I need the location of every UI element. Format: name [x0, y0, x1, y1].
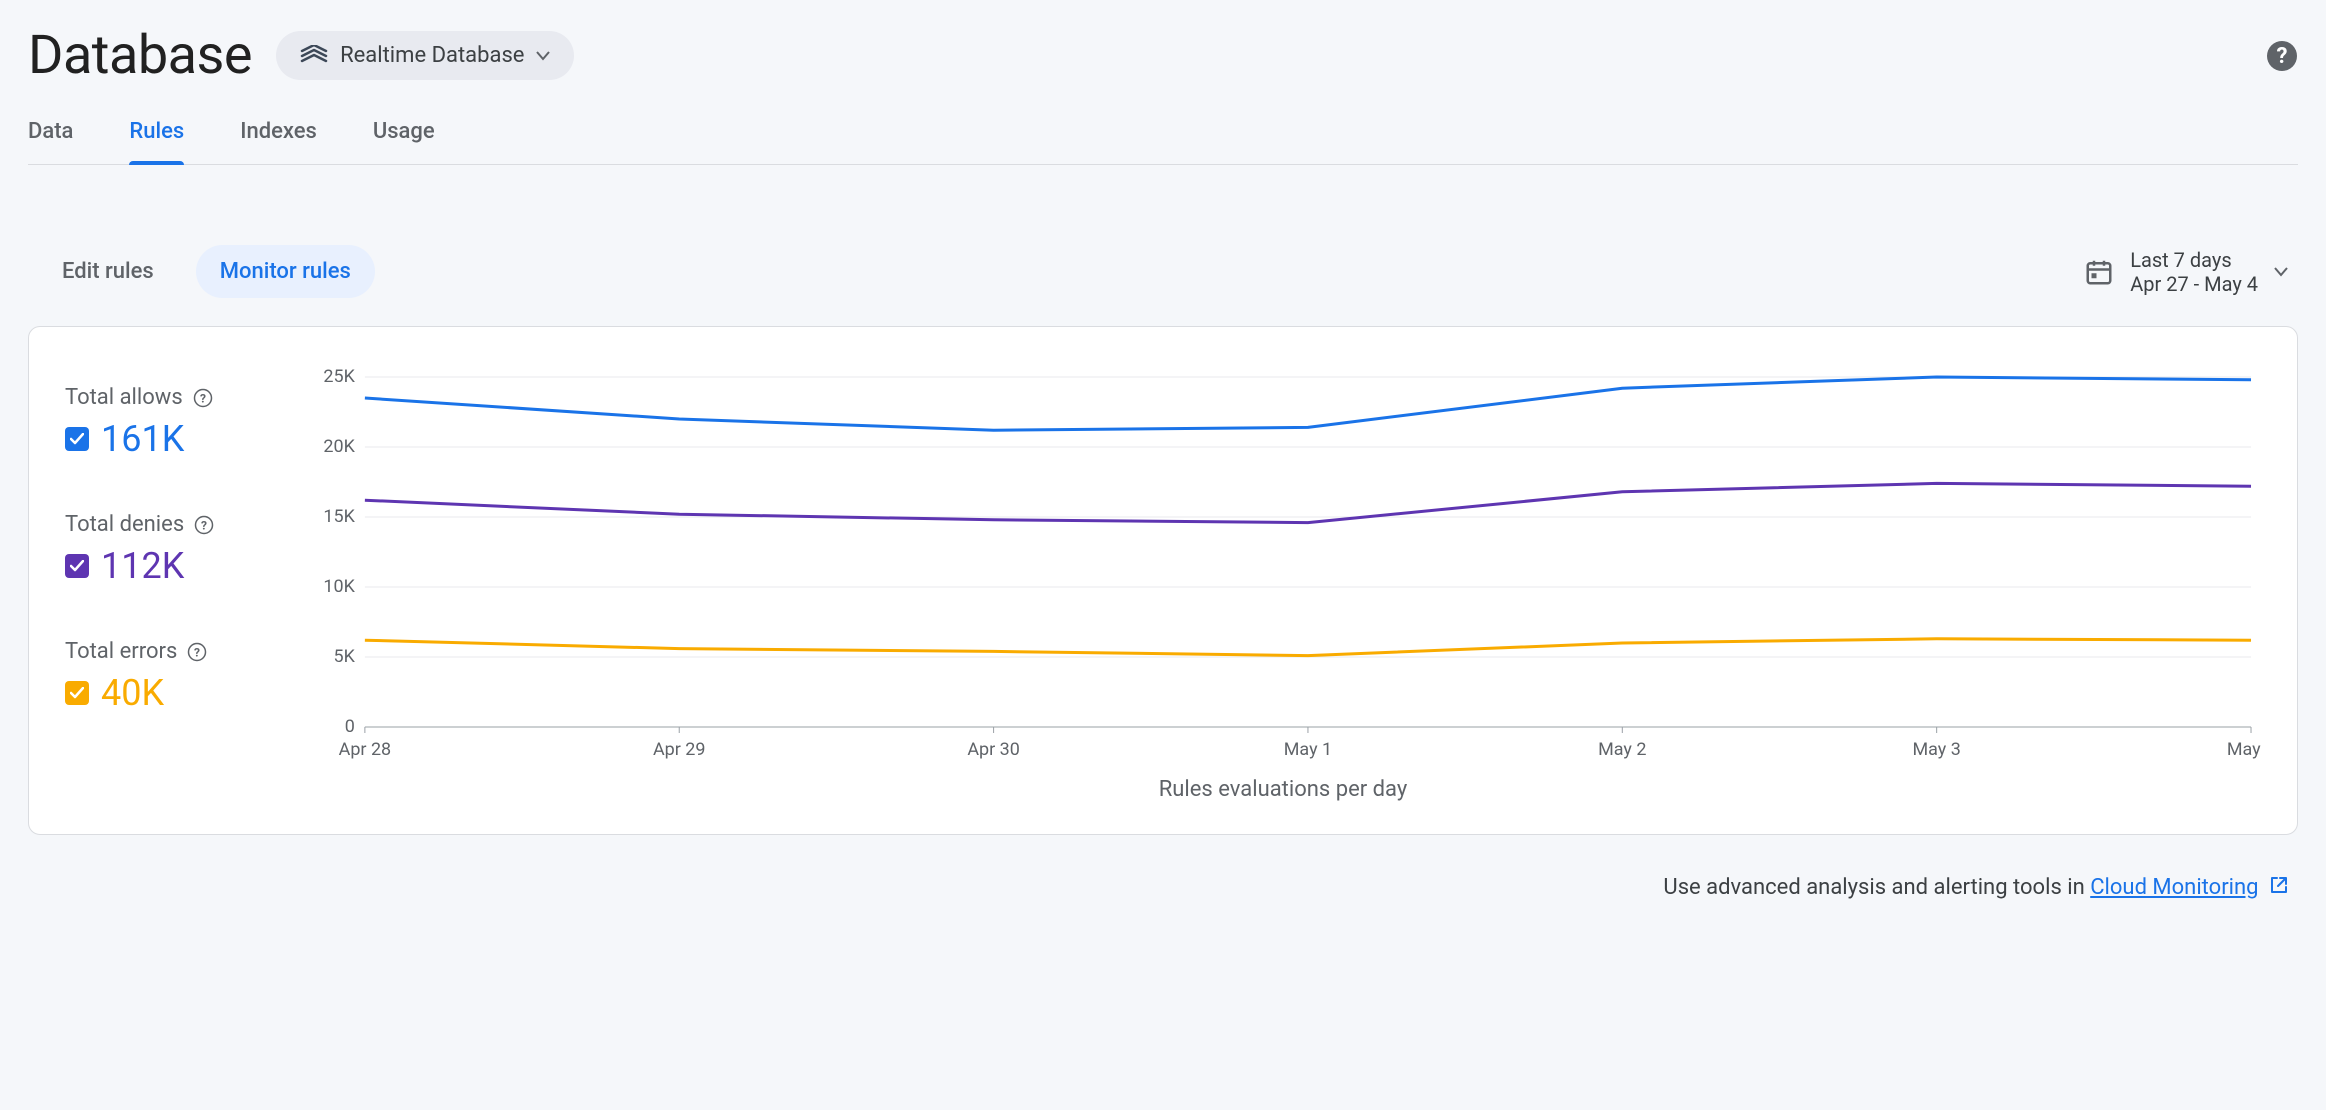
rules-evaluations-chart: 0 5K 10K 15K 20K 25K Apr 28 Apr 29 Apr 30 May 1 Ma… — [305, 367, 2261, 767]
x-tick-label: Apr 30 — [967, 739, 1020, 760]
y-tick-label: 10K — [323, 576, 355, 597]
tab-rules[interactable]: Rules — [129, 119, 184, 164]
series-line-total-allows — [365, 377, 2251, 430]
series-toggle-checkbox[interactable] — [65, 681, 89, 705]
y-tick-label: 15K — [323, 506, 355, 527]
database-selector-label: Realtime Database — [340, 43, 524, 68]
x-tick-label: May 1 — [1284, 739, 1332, 760]
realtime-database-icon — [300, 45, 328, 67]
main-tabs: Data Rules Indexes Usage — [28, 119, 2298, 165]
date-range-value: Apr 27 - May 4 — [2130, 272, 2258, 296]
metric-value: 161K — [101, 418, 184, 460]
metric-value: 112K — [101, 545, 184, 587]
y-tick-label: 5K — [334, 646, 356, 667]
svg-text:?: ? — [2277, 44, 2288, 69]
metric-total-denies: Total denies ? 112K — [65, 512, 265, 587]
subtab-monitor-rules[interactable]: Monitor rules — [196, 245, 375, 298]
tab-indexes[interactable]: Indexes — [240, 119, 317, 164]
metric-label: Total allows — [65, 385, 183, 410]
metric-total-errors: Total errors ? 40K — [65, 639, 265, 714]
chart-x-axis-label: Rules evaluations per day — [305, 777, 2261, 802]
x-tick-label: Apr 29 — [653, 739, 706, 760]
svg-text:?: ? — [194, 645, 200, 659]
series-toggle-checkbox[interactable] — [65, 427, 89, 451]
subtabs: Edit rules Monitor rules — [38, 245, 375, 298]
x-tick-label: May 2 — [1598, 739, 1646, 760]
date-range-label: Last 7 days — [2130, 248, 2258, 272]
tab-data[interactable]: Data — [28, 119, 73, 164]
cloud-monitoring-link[interactable]: Cloud Monitoring — [2090, 875, 2258, 900]
y-tick-label: 20K — [323, 436, 355, 457]
y-tick-label: 25K — [323, 367, 355, 387]
checkmark-icon — [70, 687, 84, 699]
chevron-down-icon — [536, 51, 550, 61]
help-icon[interactable]: ? — [2266, 40, 2298, 72]
monitor-rules-card: Total allows ? 161K Total denies ? — [28, 326, 2298, 835]
info-icon[interactable]: ? — [193, 388, 213, 408]
metric-total-allows: Total allows ? 161K — [65, 385, 265, 460]
chevron-down-icon — [2274, 267, 2288, 277]
checkmark-icon — [70, 560, 84, 572]
cloud-monitoring-note: Use advanced analysis and alerting tools… — [28, 875, 2298, 900]
series-toggle-checkbox[interactable] — [65, 554, 89, 578]
page-title: Database — [28, 24, 252, 87]
metric-value: 40K — [101, 672, 164, 714]
x-tick-label: Apr 28 — [339, 739, 392, 760]
checkmark-icon — [70, 433, 84, 445]
y-tick-label: 0 — [345, 716, 355, 737]
metric-label: Total errors — [65, 639, 177, 664]
tab-usage[interactable]: Usage — [373, 119, 435, 164]
series-line-total-errors — [365, 639, 2251, 656]
info-icon[interactable]: ? — [187, 642, 207, 662]
svg-text:?: ? — [201, 518, 207, 532]
x-tick-label: May 4 — [2227, 739, 2261, 760]
info-icon[interactable]: ? — [194, 515, 214, 535]
footer-prefix: Use advanced analysis and alerting tools… — [1663, 875, 2090, 900]
database-selector[interactable]: Realtime Database — [276, 31, 574, 80]
x-tick-label: May 3 — [1912, 739, 1960, 760]
open-external-icon — [2270, 876, 2288, 894]
svg-text:?: ? — [200, 391, 206, 405]
calendar-icon — [2084, 257, 2114, 287]
subtab-edit-rules[interactable]: Edit rules — [38, 245, 178, 298]
date-range-selector[interactable]: Last 7 days Apr 27 - May 4 — [2084, 248, 2288, 296]
metric-label: Total denies — [65, 512, 184, 537]
